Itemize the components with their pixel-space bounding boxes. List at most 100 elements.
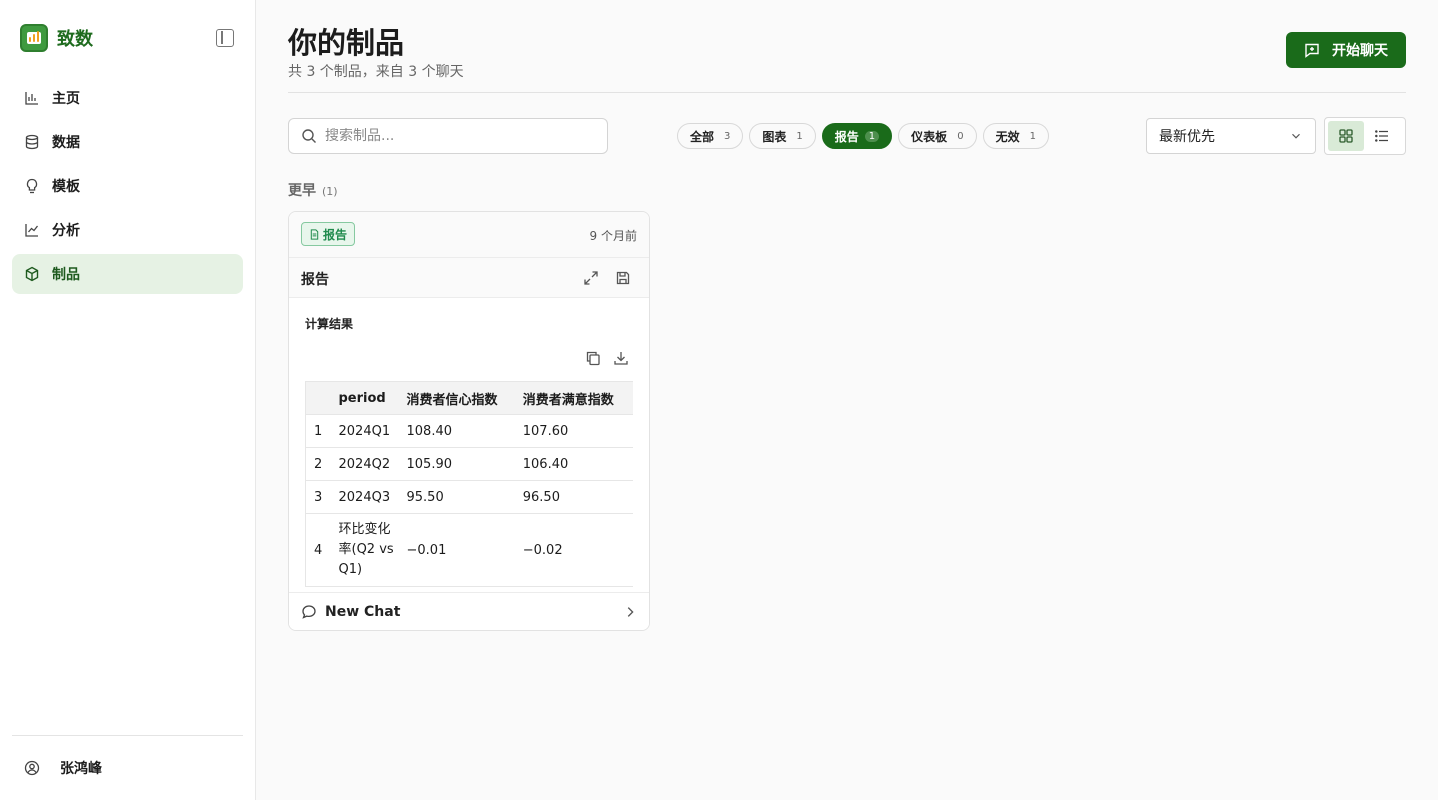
chip-label: 仪表板 xyxy=(911,129,948,144)
table-cell: 1 xyxy=(305,414,333,448)
chip-count: 3 xyxy=(724,130,731,142)
card-timestamp: 9 个月前 xyxy=(589,229,637,243)
brand-name: 致数 xyxy=(57,29,93,50)
table-cell: 4 xyxy=(305,513,333,587)
table-header-cell: 消费者信心指数 xyxy=(400,381,517,415)
header-divider xyxy=(288,92,1406,93)
lightbulb-icon xyxy=(24,178,40,194)
chip-label: 图表 xyxy=(762,129,787,144)
table-cell: 2024Q1 xyxy=(332,414,401,448)
chip-count: 1 xyxy=(864,130,880,142)
expand-icon[interactable] xyxy=(583,270,599,286)
chip-count: 1 xyxy=(1029,130,1036,142)
cube-icon xyxy=(24,266,40,282)
table-row: 2 2024Q2 105.90 106.40 xyxy=(305,447,633,481)
chat-plus-icon xyxy=(1305,43,1319,58)
sidebar-divider xyxy=(12,735,243,736)
bar-chart-icon xyxy=(24,90,40,106)
table-row: 1 2024Q1 108.40 107.60 xyxy=(305,414,633,448)
table-cell: 107.60 xyxy=(516,414,633,448)
table-cell: 环比变化率(Q2 vs Q1) xyxy=(332,513,401,587)
grid-view-button[interactable] xyxy=(1328,121,1364,151)
table-header-cell: 消费者满意指数 xyxy=(516,381,633,415)
result-table: period 消费者信心指数 消费者满意指数 1 2024Q1 108.40 1… xyxy=(305,381,633,587)
sidebar-item-templates[interactable]: 模板 xyxy=(12,166,243,206)
filter-chip-invalid[interactable]: 无效 1 xyxy=(982,123,1049,149)
chip-count: 1 xyxy=(796,130,803,142)
group-count: (1) xyxy=(322,185,338,198)
chevron-down-icon xyxy=(1292,133,1300,139)
sidebar-item-artifacts[interactable]: 制品 xyxy=(12,254,243,294)
table-cell: 96.50 xyxy=(516,480,633,514)
sort-select[interactable]: 最新优先 xyxy=(1146,118,1316,154)
brand[interactable]: 致数 xyxy=(20,24,93,52)
copy-icon[interactable] xyxy=(585,350,601,366)
sidebar: 致数 主页 数据 模板 分析 制品 张鸿峰 xyxy=(0,0,256,800)
sidebar-item-home[interactable]: 主页 xyxy=(12,78,243,118)
table-cell: −0.01 xyxy=(400,513,517,587)
table-header-row: period 消费者信心指数 消费者满意指数 xyxy=(305,381,633,415)
table-cell: 2024Q3 xyxy=(332,480,401,514)
table-cell: 108.40 xyxy=(400,414,517,448)
user-profile[interactable]: 张鸿峰 xyxy=(24,758,102,778)
artifact-card[interactable]: 报告 9 个月前 报告 计算结果 period 消费者信心指数 消费者满意指数 … xyxy=(288,211,650,631)
filter-chip-charts[interactable]: 图表 1 xyxy=(749,123,816,149)
search-icon xyxy=(302,129,316,143)
sidebar-item-data[interactable]: 数据 xyxy=(12,122,243,162)
user-name: 张鸿峰 xyxy=(60,761,102,777)
chat-bubble-icon xyxy=(302,604,316,619)
sort-value: 最新优先 xyxy=(1159,129,1215,145)
card-title: 报告 xyxy=(301,272,329,288)
card-header: 报告 xyxy=(289,258,649,298)
table-cell: 95.50 xyxy=(400,480,517,514)
sidebar-item-label: 主页 xyxy=(52,91,80,107)
sidebar-item-label: 模板 xyxy=(52,179,80,195)
sidebar-item-label: 分析 xyxy=(52,223,80,239)
badge-label: 报告 xyxy=(323,227,348,242)
start-chat-label: 开始聊天 xyxy=(1332,43,1388,59)
sidebar-nav: 主页 数据 模板 分析 制品 xyxy=(12,78,243,298)
chip-label: 报告 xyxy=(834,129,859,144)
table-cell: 3 xyxy=(305,480,333,514)
page-subtitle: 共 3 个制品，来自 3 个聊天 xyxy=(288,64,464,80)
sidebar-item-analysis[interactable]: 分析 xyxy=(12,210,243,250)
table-header-cell: period xyxy=(332,381,401,415)
download-icon[interactable] xyxy=(613,350,629,366)
table-cell: 2024Q2 xyxy=(332,447,401,481)
user-circle-icon xyxy=(24,760,40,776)
line-chart-icon xyxy=(24,222,40,238)
grid-icon xyxy=(1339,129,1353,143)
table-cell: 105.90 xyxy=(400,447,517,481)
chip-count: 0 xyxy=(957,130,964,142)
search-input[interactable] xyxy=(325,128,595,144)
type-badge: 报告 xyxy=(301,222,356,246)
filter-chip-dashboards[interactable]: 仪表板 0 xyxy=(898,123,977,149)
card-preview: 计算结果 period 消费者信心指数 消费者满意指数 1 2024Q1 108… xyxy=(289,298,649,594)
chevron-right-icon xyxy=(627,607,634,617)
app-logo-icon xyxy=(20,24,48,52)
sidebar-collapse-icon[interactable] xyxy=(216,29,234,47)
filter-chip-reports[interactable]: 报告 1 xyxy=(821,123,893,149)
chip-label: 无效 xyxy=(995,129,1020,144)
table-row: 3 2024Q3 95.50 96.50 xyxy=(305,480,633,514)
search-box[interactable] xyxy=(288,118,608,154)
database-icon xyxy=(24,134,40,150)
table-row: 4 环比变化率(Q2 vs Q1) −0.01 −0.02 xyxy=(305,513,633,587)
start-chat-button[interactable]: 开始聊天 xyxy=(1286,32,1406,68)
table-cell: −0.02 xyxy=(516,513,633,587)
table-header-cell xyxy=(305,381,333,415)
group-label: 更早 (1) xyxy=(288,180,338,200)
group-title: 更早 xyxy=(288,183,316,199)
sidebar-item-label: 数据 xyxy=(52,135,80,151)
card-footer-chat-link[interactable]: New Chat xyxy=(289,592,649,630)
sidebar-item-label: 制品 xyxy=(52,267,80,283)
report-title: 计算结果 xyxy=(305,317,354,331)
list-view-button[interactable] xyxy=(1364,121,1400,151)
page-title: 你的制品 xyxy=(288,26,405,60)
card-top-bar: 报告 9 个月前 xyxy=(289,212,649,258)
view-toggle xyxy=(1324,117,1406,155)
chat-link-label: New Chat xyxy=(325,603,401,620)
save-icon[interactable] xyxy=(615,270,631,286)
filter-chip-all[interactable]: 全部 3 xyxy=(677,123,744,149)
table-cell: 106.40 xyxy=(516,447,633,481)
